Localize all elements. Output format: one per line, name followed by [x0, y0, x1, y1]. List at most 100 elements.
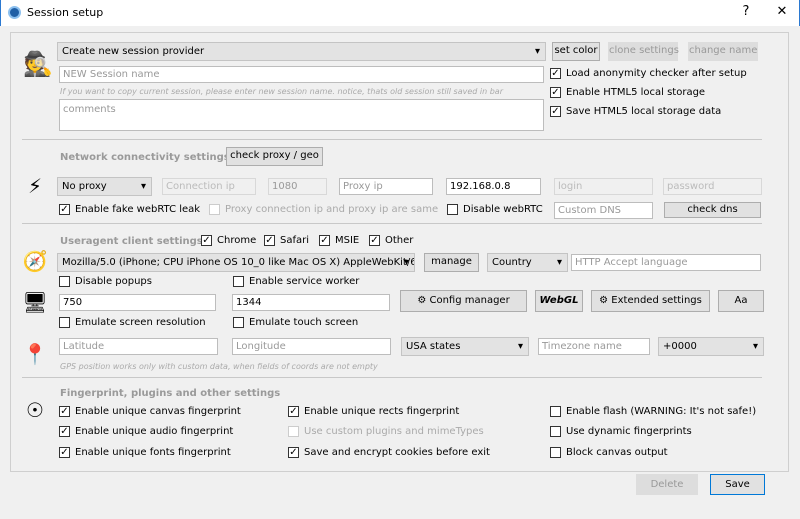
checkbox-box [209, 204, 220, 215]
fingerprint-option-checkbox[interactable]: Enable flash (WARNING: It's not safe!) [550, 406, 756, 417]
window-title: Session setup [27, 6, 104, 19]
checkbox-label: MSIE [335, 235, 360, 246]
msie-checkbox[interactable]: ✓ MSIE [319, 235, 359, 246]
same-ip-checkbox[interactable]: Proxy connection ip and proxy ip are sam… [209, 204, 438, 215]
disable-webrtc-checkbox[interactable]: Disable webRTC [447, 204, 543, 215]
checkbox-box [59, 317, 70, 328]
checkbox-box: ✓ [550, 68, 561, 79]
checkbox-box: ✓ [369, 235, 380, 246]
checkbox-label: Emulate touch screen [249, 317, 359, 328]
password-input[interactable]: password [663, 178, 762, 195]
checkbox-label: Enable service worker [249, 276, 360, 287]
proxy-type-select[interactable]: No proxy [57, 177, 152, 196]
session-name-input[interactable]: NEW Session name [59, 66, 544, 83]
timezone-input[interactable]: Timezone name [538, 338, 650, 355]
checkbox-box: ✓ [59, 406, 70, 417]
help-button[interactable]: ? [736, 4, 756, 19]
gear-icon: ⚙ [599, 295, 612, 306]
screen-height-input[interactable]: 1344 [232, 294, 390, 311]
checkbox-label: Disable webRTC [463, 204, 543, 215]
checkbox-box: ✓ [59, 447, 70, 458]
useragent-select[interactable]: Mozilla/5.0 (iPhone; CPU iPhone OS 10_0 … [57, 253, 415, 272]
ip-input[interactable]: 192.168.0.8 [446, 178, 541, 195]
longitude-input[interactable]: Longitude [232, 338, 391, 355]
config-manager-button[interactable]: ⚙ Config manager [400, 290, 527, 312]
manage-button[interactable]: manage [424, 253, 479, 272]
fingerprint-option-checkbox[interactable]: ✓ Save and encrypt cookies before exit [288, 447, 490, 458]
fingerprint-option-checkbox[interactable]: ✓ Enable unique fonts fingerprint [59, 447, 231, 458]
incognito-hat-icon: 🕵 [23, 50, 53, 78]
fingerprint-option-checkbox[interactable]: ✓ Enable unique audio fingerprint [59, 426, 233, 437]
checkbox-label: Enable unique fonts fingerprint [75, 447, 231, 458]
port-spinner[interactable]: 1080 [268, 178, 327, 195]
fingerprint-option-checkbox[interactable]: ✓ Enable unique canvas fingerprint [59, 406, 241, 417]
region-select[interactable]: USA states [401, 337, 529, 356]
close-button[interactable]: ✕ [772, 4, 792, 19]
fingerprint-option-checkbox[interactable]: Use custom plugins and mimeTypes [288, 426, 484, 437]
checkbox-label: Save HTML5 local storage data [566, 106, 722, 117]
session-provider-select[interactable]: Create new session provider [57, 42, 546, 61]
checkbox-box: ✓ [550, 87, 561, 98]
extended-settings-button[interactable]: ⚙ Extended settings [591, 290, 710, 312]
load-anonymity-checker-checkbox[interactable]: ✓ Load anonymity checker after setup [550, 68, 747, 79]
checkbox-label: Enable unique rects fingerprint [304, 406, 460, 417]
checkbox-box: ✓ [264, 235, 275, 246]
checkbox-box [550, 447, 561, 458]
set-color-button[interactable]: set color [552, 42, 600, 61]
fingerprint-icon: ☉ [26, 398, 44, 422]
country-select[interactable]: Country [487, 253, 568, 272]
comments-textarea[interactable]: comments [59, 99, 544, 131]
fingerprint-option-checkbox[interactable]: ✓ Enable unique rects fingerprint [288, 406, 459, 417]
fingerprint-option-checkbox[interactable]: Use dynamic fingerprints [550, 426, 692, 437]
fingerprint-option-checkbox[interactable]: Block canvas output [550, 447, 668, 458]
save-html5-storage-checkbox[interactable]: ✓ Save HTML5 local storage data [550, 106, 721, 117]
accept-language-input[interactable]: HTTP Accept language [571, 254, 761, 271]
checkbox-label: Block canvas output [566, 447, 668, 458]
other-checkbox[interactable]: ✓ Other [369, 235, 413, 246]
checkbox-label: Enable HTML5 local storage [566, 87, 706, 98]
checkbox-box [59, 276, 70, 287]
service-worker-checkbox[interactable]: Enable service worker [233, 276, 359, 287]
safari-checkbox[interactable]: ✓ Safari [264, 235, 309, 246]
compass-icon: 🧭 [22, 249, 48, 273]
change-name-button[interactable]: change name [688, 42, 758, 61]
timezone-offset-select[interactable]: +0000 [658, 337, 764, 356]
clone-settings-button[interactable]: clone settings [608, 42, 679, 61]
webgl-button[interactable]: WebGL [535, 290, 583, 312]
check-dns-button[interactable]: check dns [664, 202, 761, 218]
fake-webrtc-checkbox[interactable]: ✓ Enable fake webRTC leak [59, 204, 200, 215]
checkbox-box [550, 406, 561, 417]
checkbox-label: Enable unique canvas fingerprint [75, 406, 241, 417]
login-input[interactable]: login [554, 178, 653, 195]
emulate-resolution-checkbox[interactable]: Emulate screen resolution [59, 317, 206, 328]
checkbox-box: ✓ [550, 106, 561, 117]
checkbox-box: ✓ [59, 426, 70, 437]
check-proxy-button[interactable]: check proxy / geo [226, 147, 323, 166]
chrome-checkbox[interactable]: ✓ Chrome [201, 235, 256, 246]
custom-dns-input[interactable]: Custom DNS [554, 202, 653, 219]
checkbox-label: Emulate screen resolution [75, 317, 206, 328]
checkbox-label: Disable popups [75, 276, 152, 287]
delete-button[interactable]: Delete [636, 474, 698, 495]
screen-width-input[interactable]: 750 [59, 294, 216, 311]
connection-ip-input[interactable]: Connection ip [162, 178, 256, 195]
disable-popups-checkbox[interactable]: Disable popups [59, 276, 152, 287]
divider [22, 223, 762, 224]
latitude-input[interactable]: Latitude [59, 338, 218, 355]
useragent-section-title: Useragent client settings [60, 236, 203, 247]
app-icon [8, 6, 21, 19]
emulate-touch-checkbox[interactable]: Emulate touch screen [233, 317, 358, 328]
fonts-button[interactable]: Aa [718, 290, 764, 312]
save-button[interactable]: Save [710, 474, 765, 495]
checkbox-label: Enable unique audio fingerprint [75, 426, 234, 437]
config-icon: ⚙ [417, 295, 430, 306]
checkbox-box: ✓ [288, 406, 299, 417]
checkbox-box: ✓ [201, 235, 212, 246]
checkbox-label: Other [385, 235, 414, 246]
checkbox-box [550, 426, 561, 437]
html5-storage-checkbox[interactable]: ✓ Enable HTML5 local storage [550, 87, 705, 98]
checkbox-box [288, 426, 299, 437]
network-section-title: Network connectivity settings [60, 152, 230, 163]
title-bar: Session setup ? ✕ [0, 0, 800, 26]
proxy-ip-input[interactable]: Proxy ip [339, 178, 433, 195]
